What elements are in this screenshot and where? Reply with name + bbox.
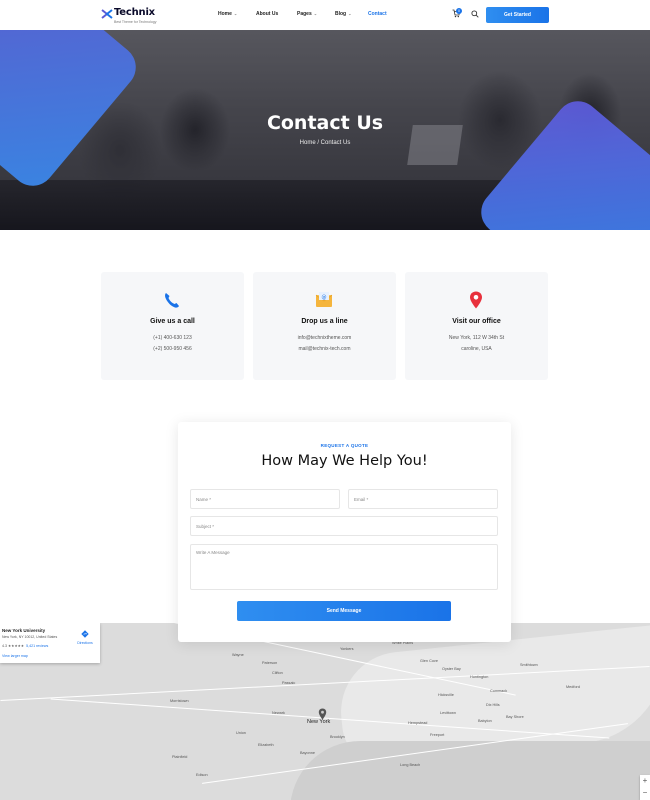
map-place-address: New York, NY 10012, United States bbox=[2, 635, 58, 639]
cart-count-badge: 0 bbox=[456, 8, 462, 14]
nav-item-pages[interactable]: Pages ⌄ bbox=[297, 11, 317, 17]
search-icon[interactable] bbox=[471, 10, 479, 18]
chevron-down-icon: ⌄ bbox=[233, 11, 238, 16]
form-title: How May We Help You! bbox=[261, 453, 428, 469]
quote-form-card: REQUEST A QUOTE How May We Help You! Sen… bbox=[178, 422, 511, 642]
map-label: Smithtown bbox=[520, 663, 538, 667]
card-title: Drop us a line bbox=[301, 318, 348, 325]
nav-item-blog[interactable]: Blog ⌄ bbox=[335, 11, 351, 17]
map-place-rating: 4.3 ★★★★★ 5,421 reviews bbox=[2, 644, 49, 648]
map-label: Passaic bbox=[282, 681, 296, 685]
map-water bbox=[290, 741, 650, 800]
map-label: Huntington bbox=[470, 675, 489, 679]
card-line: mail@technix-tech.com bbox=[298, 346, 351, 352]
map-label: Clifton bbox=[272, 671, 283, 675]
card-title: Give us a call bbox=[150, 318, 195, 325]
card-line: info@technixtheme.com bbox=[297, 335, 352, 341]
contact-card-office: Visit our office New York, 112 W 34th St… bbox=[405, 272, 548, 380]
map-label: Union bbox=[236, 731, 246, 735]
card-line: (+1) 400-630 123 bbox=[153, 335, 192, 341]
nav-item-contact[interactable]: Contact bbox=[368, 11, 387, 17]
map-label: Bay Shore bbox=[506, 715, 524, 719]
view-larger-map-link[interactable]: View larger map bbox=[2, 654, 28, 658]
zoom-out-button[interactable]: − bbox=[640, 787, 650, 799]
map-label: Brooklyn bbox=[330, 735, 345, 739]
contact-card-call: Give us a call (+1) 400-630 123 (+2) 500… bbox=[101, 272, 244, 380]
map-label: Plainfield bbox=[172, 755, 188, 759]
map-label: Hicksville bbox=[438, 693, 454, 697]
map-label: Morristown bbox=[170, 699, 189, 703]
map-label: Medford bbox=[566, 685, 580, 689]
map-label: Glen Cove bbox=[420, 659, 438, 663]
email-field[interactable] bbox=[348, 489, 498, 509]
map-label: Edison bbox=[196, 773, 208, 777]
card-line: caroline, USA bbox=[461, 346, 492, 352]
get-started-button[interactable]: Get Started bbox=[486, 7, 549, 23]
contact-card-email: @ Drop us a line info@technixtheme.com m… bbox=[253, 272, 396, 380]
location-pin-icon bbox=[470, 291, 482, 309]
map-label: Babylon bbox=[478, 719, 492, 723]
card-line: (+2) 500-950 456 bbox=[153, 346, 192, 352]
site-header: Technix Best Theme for Technology Home ⌄ … bbox=[0, 0, 650, 30]
map-label: Bayonne bbox=[300, 751, 315, 755]
map-label: Oyster Bay bbox=[442, 667, 461, 671]
map-place-name: New York University bbox=[2, 628, 46, 633]
chevron-down-icon: ⌄ bbox=[348, 11, 352, 16]
form-eyebrow: REQUEST A QUOTE bbox=[320, 443, 369, 448]
map-label: Wayne bbox=[232, 653, 244, 657]
directions-button[interactable]: Directions bbox=[74, 628, 96, 646]
send-message-button[interactable]: Send Message bbox=[237, 601, 451, 621]
card-title: Visit our office bbox=[452, 318, 501, 325]
breadcrumb: Home / Contact Us bbox=[299, 140, 351, 146]
message-field[interactable] bbox=[190, 544, 498, 590]
hero-banner: Contact Us Home / Contact Us bbox=[0, 30, 650, 230]
map-label: Freeport bbox=[430, 733, 445, 737]
map-label: Elizabeth bbox=[258, 743, 274, 747]
map-review-count: 5,421 reviews bbox=[26, 644, 49, 648]
map-label: Commack bbox=[490, 689, 508, 693]
map-label: Long Beach bbox=[400, 763, 421, 767]
chevron-down-icon: ⌄ bbox=[313, 11, 318, 16]
location-map[interactable]: New York Newark Yonkers Paterson Passaic… bbox=[0, 623, 650, 800]
page-title: Contact Us bbox=[266, 112, 384, 134]
directions-label: Directions bbox=[77, 641, 93, 645]
main-nav: Home ⌄ About Us Pages ⌄ Blog ⌄ Contact bbox=[0, 11, 650, 21]
map-place-card: New York University New York, NY 10012, … bbox=[0, 623, 100, 663]
phone-icon bbox=[165, 293, 179, 308]
map-label: Levittown bbox=[440, 711, 457, 715]
map-label: Newark bbox=[272, 711, 285, 715]
map-zoom-controls: + − bbox=[640, 775, 650, 800]
map-label: Yonkers bbox=[340, 647, 354, 651]
subject-field[interactable] bbox=[190, 516, 498, 536]
map-label: Hempstead bbox=[408, 721, 428, 725]
map-label: Dix Hills bbox=[486, 703, 500, 707]
map-label: Paterson bbox=[262, 661, 278, 665]
nav-item-home[interactable]: Home ⌄ bbox=[218, 11, 237, 17]
svg-text:@: @ bbox=[322, 295, 327, 301]
card-line: New York, 112 W 34th St bbox=[448, 335, 505, 341]
map-marker-icon[interactable] bbox=[318, 708, 327, 720]
directions-icon bbox=[81, 630, 89, 638]
name-field[interactable] bbox=[190, 489, 340, 509]
nav-item-about[interactable]: About Us bbox=[256, 11, 278, 17]
envelope-icon: @ bbox=[315, 292, 333, 307]
zoom-in-button[interactable]: + bbox=[640, 775, 650, 787]
